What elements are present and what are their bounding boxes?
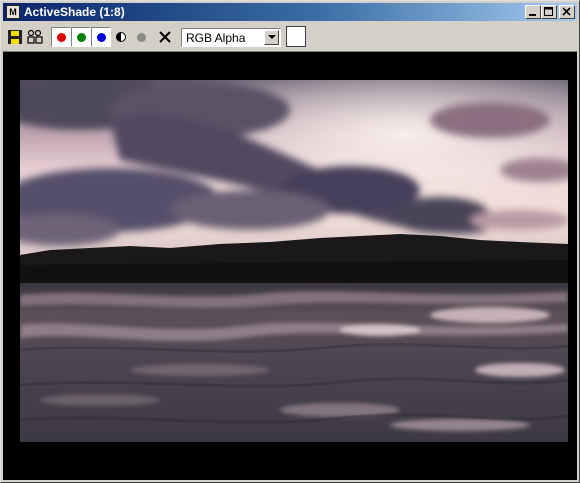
alpha-channel-icon — [116, 32, 126, 42]
clear-x-icon — [159, 31, 171, 43]
chevron-down-icon — [267, 35, 276, 39]
title-bar[interactable]: M ActiveShade (1:8) — [3, 3, 577, 21]
green-channel-icon — [76, 32, 86, 42]
close-button[interactable] — [559, 5, 575, 19]
minimize-button[interactable] — [525, 5, 541, 19]
color-swatch[interactable] — [286, 26, 306, 47]
clear-button[interactable] — [155, 27, 175, 47]
maximize-icon — [544, 7, 553, 16]
monochrome-button[interactable] — [131, 27, 151, 47]
monochrome-icon — [136, 32, 146, 42]
caption-buttons — [525, 5, 575, 19]
clone-rendered-frame-button[interactable] — [25, 27, 45, 47]
maximize-button[interactable] — [541, 5, 557, 19]
dropdown-arrow-button[interactable] — [264, 30, 279, 45]
minimize-icon — [529, 14, 536, 16]
red-channel-icon — [56, 32, 66, 42]
red-channel-toggle[interactable] — [51, 27, 71, 47]
toolbar: RGB Alpha — [3, 23, 577, 52]
channel-display-dropdown[interactable]: RGB Alpha — [181, 28, 281, 47]
channel-display-value: RGB Alpha — [186, 31, 246, 45]
blue-channel-icon — [96, 32, 106, 42]
activeshade-window: M ActiveShade (1:8) RGB Alpha — [0, 0, 580, 483]
app-icon[interactable]: M — [6, 5, 20, 19]
close-icon — [562, 7, 571, 16]
rendered-image — [20, 80, 568, 442]
save-icon — [8, 30, 22, 44]
window-title: ActiveShade (1:8) — [24, 5, 125, 19]
blue-channel-toggle[interactable] — [91, 27, 111, 47]
render-viewport — [3, 52, 577, 480]
green-channel-toggle[interactable] — [71, 27, 91, 47]
clone-icon — [27, 29, 43, 44]
save-button[interactable] — [5, 27, 25, 47]
display-alpha-button[interactable] — [111, 27, 131, 47]
